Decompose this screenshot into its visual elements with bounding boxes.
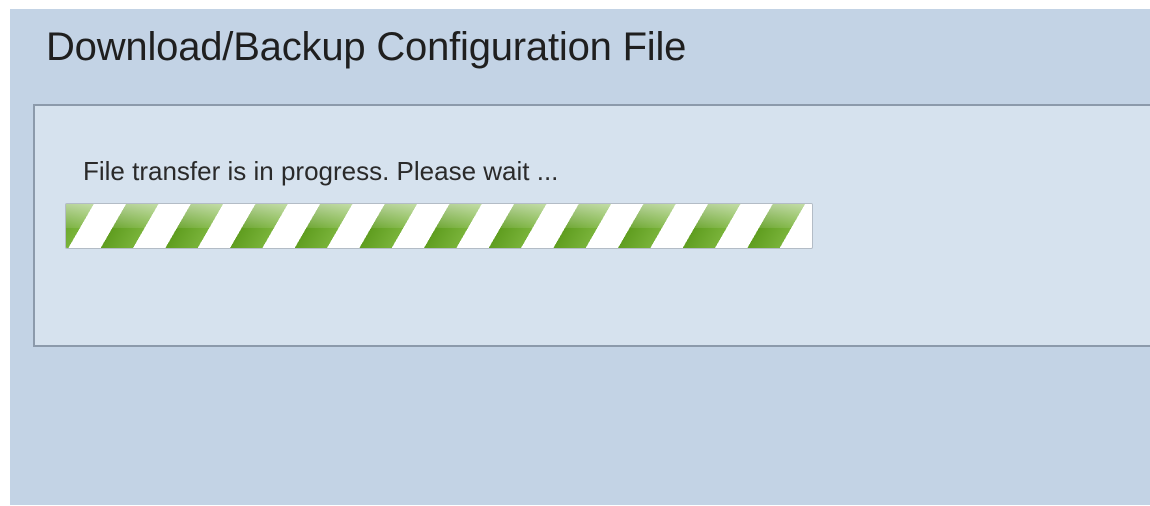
configuration-page: Download/Backup Configuration File File … xyxy=(10,9,1150,505)
transfer-status-panel: File transfer is in progress. Please wai… xyxy=(33,104,1150,347)
file-transfer-progress-bar xyxy=(65,203,813,249)
page-title: Download/Backup Configuration File xyxy=(46,25,687,69)
transfer-status-message: File transfer is in progress. Please wai… xyxy=(83,156,559,186)
file-transfer-progress-fill xyxy=(66,204,812,248)
